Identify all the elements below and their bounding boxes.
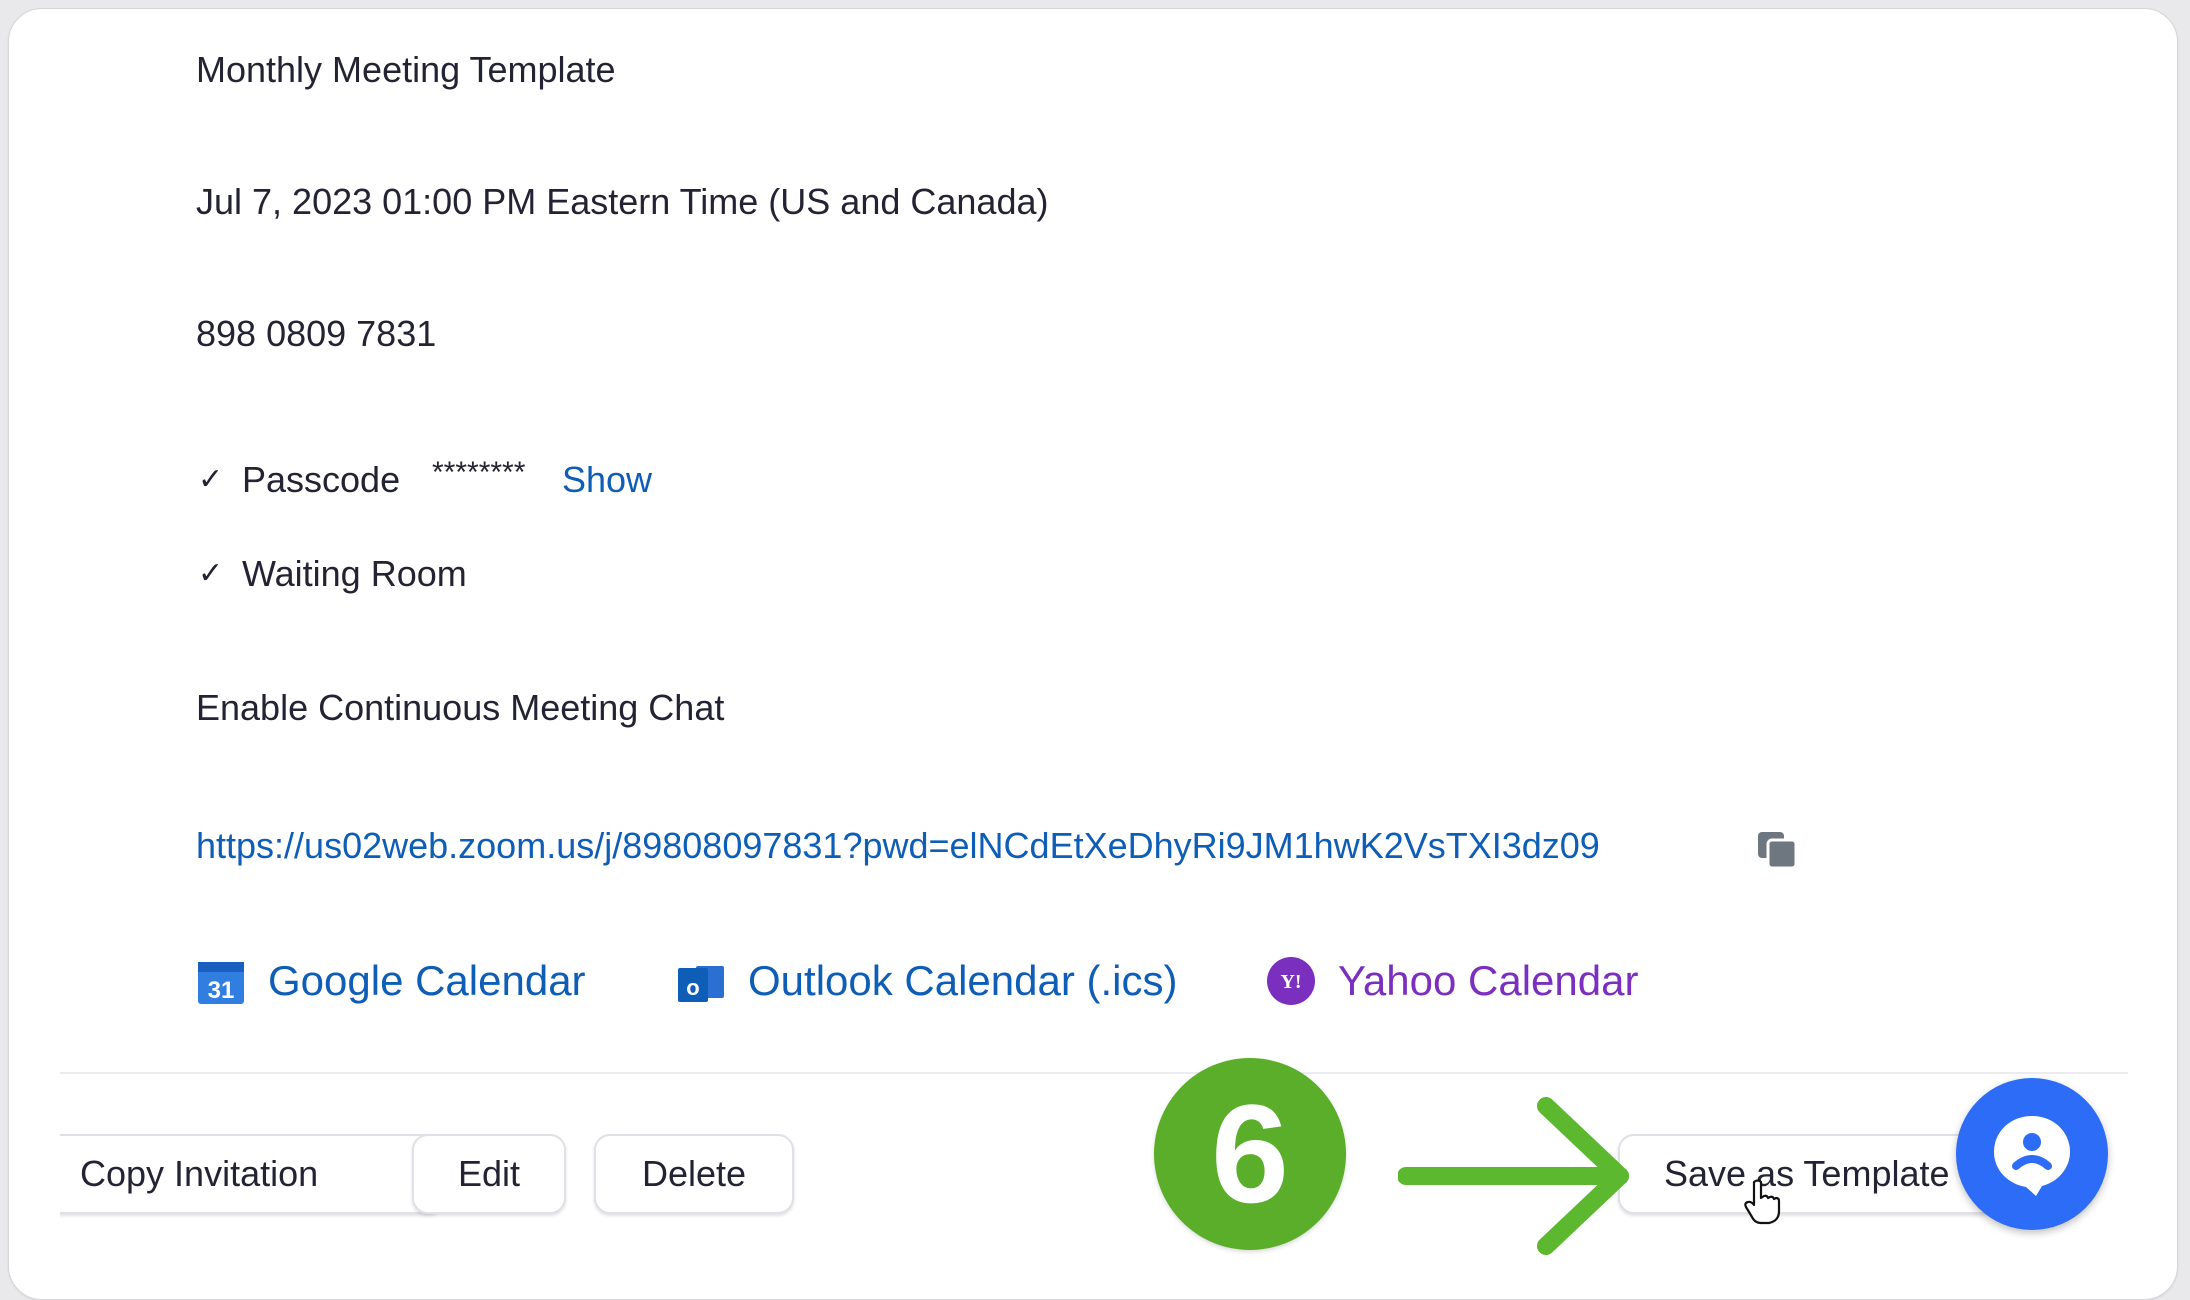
waiting-room-checkmark-icon: ✓: [198, 557, 224, 590]
outlook-icon: o: [678, 966, 724, 1002]
copy-icon[interactable]: [1756, 830, 1800, 870]
meeting-topic: Monthly Meeting Template: [196, 49, 616, 90]
waiting-room-label: Waiting Room: [242, 553, 467, 594]
copy-invitation-label: Copy Invitation: [80, 1153, 319, 1194]
invite-link[interactable]: https://us02web.zoom.us/j/89808097831?pw…: [196, 828, 1600, 864]
hand-cursor-icon: [1744, 1179, 1781, 1225]
meeting-id: 898 0809 7831: [196, 313, 437, 354]
copy-invitation-button[interactable]: Copy Invitation: [60, 1134, 444, 1214]
google-calendar-icon: 31: [198, 962, 244, 1004]
save-as-template-label: Save as Template: [1664, 1153, 1950, 1194]
yahoo-calendar-label: Yahoo Calendar: [1338, 957, 1639, 1004]
outlook-calendar-link[interactable]: o Outlook Calendar (.ics): [676, 956, 1178, 1006]
delete-button[interactable]: Delete: [594, 1134, 794, 1214]
passcode-value: ********: [432, 456, 526, 489]
action-footer: Copy Invitation Edit Delete Save as Temp…: [60, 1074, 2128, 1222]
passcode-label: Passcode: [242, 459, 401, 500]
chat-bot-icon: [1994, 1116, 2070, 1196]
passcode-checkmark-icon: ✓: [198, 463, 224, 496]
edit-label: Edit: [457, 1153, 521, 1194]
save-as-template-button[interactable]: Save as Template: [1618, 1134, 1998, 1214]
arrow-right-icon: [1398, 1097, 1629, 1255]
svg-text:Y!: Y!: [1280, 971, 1301, 993]
svg-text:o: o: [686, 975, 699, 1000]
yahoo-calendar-link[interactable]: Y! Yahoo Calendar: [1266, 956, 1638, 1006]
yahoo-icon: Y!: [1267, 957, 1315, 1005]
google-calendar-link[interactable]: 31 Google Calendar: [196, 956, 586, 1006]
google-calendar-label: Google Calendar: [268, 957, 586, 1004]
chat-bot-button[interactable]: [1956, 1078, 2108, 1230]
show-passcode-link[interactable]: Show: [562, 462, 652, 498]
meeting-time: Jul 7, 2023 01:00 PM Eastern Time (US an…: [196, 181, 1049, 222]
outlook-calendar-label: Outlook Calendar (.ics): [748, 957, 1178, 1004]
edit-button[interactable]: Edit: [412, 1134, 566, 1214]
step-number-badge: 6: [1154, 1058, 1346, 1250]
svg-text:31: 31: [208, 977, 235, 1004]
continuous-chat-label: Enable Continuous Meeting Chat: [196, 687, 725, 728]
delete-label: Delete: [641, 1153, 747, 1194]
